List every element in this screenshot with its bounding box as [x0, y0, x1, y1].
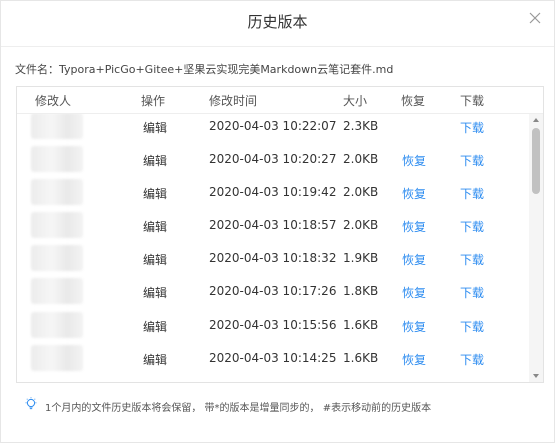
editor-avatar-blurred — [31, 146, 83, 172]
table-row: 编辑 2020-04-03 10:19:42 2.0KB 恢复 下载 — [17, 176, 527, 209]
editor-avatar-blurred — [31, 312, 83, 338]
restore-link[interactable]: 恢复 — [402, 185, 426, 202]
history-versions-dialog: 历史版本 文件名：Typora+PicGo+Gitee+坚果云实现完美Markd… — [0, 0, 555, 443]
row-action: 编辑 — [143, 121, 168, 135]
row-size: 2.3KB — [343, 119, 379, 133]
restore-link[interactable]: 恢复 — [402, 218, 426, 235]
editor-avatar-blurred — [31, 212, 83, 238]
download-link[interactable]: 下载 — [460, 185, 484, 202]
header-time: 修改时间 — [209, 94, 258, 108]
row-time: 2020-04-03 10:19:42 — [209, 185, 337, 199]
row-time: 2020-04-03 10:17:26 — [209, 284, 337, 298]
row-size: 1.6KB — [343, 351, 379, 365]
editor-avatar-blurred — [31, 179, 83, 205]
restore-link[interactable]: 恢复 — [402, 284, 426, 301]
row-action: 编辑 — [143, 220, 168, 234]
editor-avatar-blurred — [31, 245, 83, 271]
row-action: 编辑 — [143, 187, 168, 201]
download-link[interactable]: 下载 — [460, 284, 484, 301]
row-action: 编辑 — [143, 320, 168, 334]
header-editor: 修改人 — [35, 94, 72, 108]
row-size: 2.0KB — [343, 218, 379, 232]
row-size: 1.6KB — [343, 318, 379, 332]
row-size: 2.0KB — [343, 185, 379, 199]
vertical-scrollbar[interactable] — [529, 114, 543, 382]
row-time: 2020-04-03 10:20:27 — [209, 152, 337, 166]
table-row: 编辑 2020-04-03 10:18:32 1.9KB 恢复 下载 — [17, 242, 527, 275]
table-row: 编辑 2020-04-03 10:20:27 2.0KB 恢复 下载 — [17, 143, 527, 176]
row-action: 编辑 — [143, 154, 168, 168]
download-link[interactable]: 下载 — [460, 318, 484, 335]
history-retention-note: 1个月内的文件历史版本将会保留， 带*的版本是增量同步的， #表示移动前的历史版… — [45, 403, 432, 414]
row-time: 2020-04-03 10:18:32 — [209, 251, 337, 265]
editor-avatar-blurred — [31, 114, 83, 139]
editor-avatar-blurred — [31, 278, 83, 304]
row-time: 2020-04-03 10:14:25 — [209, 351, 337, 365]
download-link[interactable]: 下载 — [460, 152, 484, 169]
table-row: 编辑 2020-04-03 10:14:25 1.6KB 恢复 下载 — [17, 342, 527, 375]
table-header: 修改人 操作 修改时间 大小 恢复 下载 — [17, 87, 543, 114]
header-download: 下载 — [460, 94, 485, 108]
header-action: 操作 — [141, 94, 166, 108]
download-link[interactable]: 下载 — [460, 218, 484, 235]
row-action: 编辑 — [143, 286, 168, 300]
download-link[interactable]: 下载 — [460, 251, 484, 268]
row-size: 1.9KB — [343, 251, 379, 265]
editor-avatar-blurred — [31, 345, 83, 371]
download-link[interactable]: 下载 — [460, 119, 484, 136]
table-row: 编辑 2020-04-03 10:17:26 1.8KB 恢复 下载 — [17, 275, 527, 308]
restore-link[interactable]: 恢复 — [402, 251, 426, 268]
row-action: 编辑 — [143, 353, 168, 367]
table-row: 编辑 2020-04-03 10:18:57 2.0KB 恢复 下载 — [17, 209, 527, 242]
download-link[interactable]: 下载 — [460, 351, 484, 368]
row-time: 2020-04-03 10:15:56 — [209, 318, 337, 332]
restore-link[interactable]: 恢复 — [402, 152, 426, 169]
scrollbar-thumb[interactable] — [532, 128, 540, 194]
table-body: 编辑 2020-04-03 10:22:07 2.3KB 下载 编辑 2020-… — [17, 114, 527, 382]
scroll-up-icon[interactable] — [533, 118, 539, 122]
scroll-down-icon[interactable] — [533, 374, 539, 378]
file-name-label: 文件名：Typora+PicGo+Gitee+坚果云实现完美Markdown云笔… — [15, 63, 394, 76]
table-row: 编辑 2020-04-03 10:22:07 2.3KB 下载 — [17, 114, 527, 143]
lightbulb-icon — [25, 397, 37, 411]
dialog-title: 历史版本 — [247, 13, 308, 31]
row-action: 编辑 — [143, 253, 168, 267]
header-restore: 恢复 — [401, 94, 426, 108]
row-time: 2020-04-03 10:18:57 — [209, 218, 337, 232]
table-row: 编辑 2020-04-03 10:15:56 1.6KB 恢复 下载 — [17, 309, 527, 342]
title-divider — [1, 46, 554, 47]
close-icon[interactable] — [528, 11, 542, 25]
row-time: 2020-04-03 10:22:07 — [209, 119, 337, 133]
row-size: 1.8KB — [343, 284, 379, 298]
header-size: 大小 — [343, 94, 368, 108]
restore-link[interactable]: 恢复 — [402, 318, 426, 335]
restore-link[interactable]: 恢复 — [402, 351, 426, 368]
version-table: 修改人 操作 修改时间 大小 恢复 下载 编辑 2020-04-03 10:22… — [16, 86, 544, 383]
row-size: 2.0KB — [343, 152, 379, 166]
